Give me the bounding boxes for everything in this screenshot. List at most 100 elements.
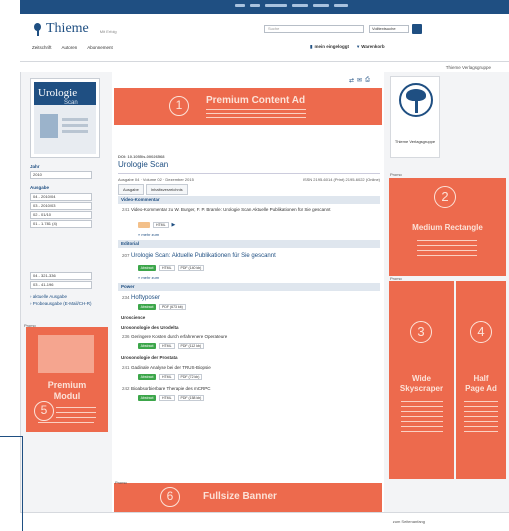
article-item[interactable]: 234Hoftyposer xyxy=(122,295,377,301)
placeholder-line xyxy=(38,422,94,423)
abstract-button[interactable]: Abstract xyxy=(138,304,156,310)
nav-item-autoren[interactable]: Autoren xyxy=(62,45,78,50)
journal-cover[interactable]: Urologie Scan xyxy=(30,78,100,158)
abstract-button[interactable]: Abstract xyxy=(138,395,156,401)
article-page: 242 xyxy=(122,386,130,391)
wide-skyscraper-title: Wide Skyscraper xyxy=(389,374,454,394)
article-page: 241 xyxy=(122,365,130,370)
pdf-button[interactable]: PDF (158 kb) xyxy=(177,395,205,401)
article-page: 236 xyxy=(122,334,130,339)
content-tools: ⇄ ✉ ⎙ xyxy=(349,77,370,84)
publisher-logo[interactable]: Thieme Verlagsgruppe xyxy=(390,76,440,158)
section-header: Urosonologie des Urodelta xyxy=(121,325,179,330)
current-issue-link[interactable]: › aktuelle Ausgabe xyxy=(30,293,102,300)
utility-link[interactable] xyxy=(334,4,348,7)
search-button[interactable] xyxy=(412,24,422,34)
fullsize-banner-ad[interactable]: 6 Fullsize Banner xyxy=(114,483,382,512)
article-item[interactable]: 236Geringere Kosten durch erfahrenere Op… xyxy=(122,334,377,339)
issue-item[interactable]: 03 - 41-196 xyxy=(30,281,92,289)
sample-issue-link[interactable]: › Probeausgabe (E-Mail/CH-R) xyxy=(30,300,102,307)
tab-inhaltsverzeichnis[interactable]: Inhaltsverzeichnis xyxy=(145,184,188,195)
pdf-button[interactable]: PDF (112 kb) xyxy=(177,343,205,349)
issue-item[interactable]: 04 - 321-336 xyxy=(30,272,92,280)
account-link-label: mein eingeloggt xyxy=(314,44,349,49)
wide-skyscraper-number: 3 xyxy=(410,321,432,343)
back-to-top-link[interactable]: zum Seitenanfang xyxy=(393,519,425,524)
content-tabs: Ausgabe Inhaltsverzeichnis xyxy=(118,184,188,195)
more-link[interactable]: » mehr zum xyxy=(138,275,159,280)
premium-modul-image xyxy=(38,335,94,373)
article-item[interactable]: 242Bioabsorbierbare Therapie des mCRPC xyxy=(122,386,377,391)
tab-ausgabe[interactable]: Ausgabe xyxy=(118,184,144,195)
issue-item[interactable]: 02 - 01/10 xyxy=(30,211,92,219)
premium-modul-title: Premium Modul xyxy=(26,380,108,402)
placeholder-line xyxy=(417,245,477,246)
nav-item-abonnement[interactable]: Abonnement xyxy=(87,45,113,50)
section-header: Editorial xyxy=(118,240,380,248)
placeholder-line xyxy=(206,117,306,118)
subheader: Thieme Verlagsgruppe xyxy=(20,62,509,72)
placeholder-line xyxy=(401,431,443,432)
video-play-icon[interactable] xyxy=(138,222,150,228)
pdf-button[interactable]: PDF (140 kb) xyxy=(177,265,205,271)
html-button[interactable]: HTML xyxy=(159,374,175,380)
mail-icon[interactable]: ✉ xyxy=(357,77,362,84)
publisher-link[interactable]: Thieme Verlagsgruppe xyxy=(446,65,491,70)
search-scope-select[interactable]: Volltextsuche xyxy=(369,25,409,33)
abstract-button[interactable]: Abstract xyxy=(138,343,156,349)
premium-modul-ad[interactable]: Premium Modul 5 xyxy=(26,327,108,432)
article-item[interactable]: 241Gadinale Analyse bei der TRUS-Biopsie xyxy=(122,365,377,370)
publisher-logo-caption: Thieme Verlagsgruppe xyxy=(394,139,436,144)
cart-link[interactable]: ▾ Warenkorb xyxy=(357,44,385,50)
premium-ad-number: 1 xyxy=(169,96,189,116)
half-page-ad[interactable]: 4 Half Page Ad xyxy=(456,281,506,479)
year-select[interactable]: 2010 xyxy=(30,171,92,179)
premium-modul-number: 5 xyxy=(34,401,54,421)
issue-item[interactable]: 01 - 1.781 (4) xyxy=(30,220,92,228)
html-button[interactable]: HTML xyxy=(159,265,175,271)
html-button[interactable]: HTML xyxy=(159,395,175,401)
sidebar-links: › aktuelle Ausgabe › Probeausgabe (E-Mai… xyxy=(30,293,102,307)
callout-line xyxy=(0,436,22,437)
issue-label: Ausgabe xyxy=(30,185,50,190)
top-utility-bar xyxy=(20,0,509,14)
arrow-right-icon[interactable]: ▶ xyxy=(172,222,176,228)
utility-link[interactable] xyxy=(235,4,245,7)
article-item[interactable]: 241Video-Kommentar zu W. Burger, F. P. B… xyxy=(122,207,377,212)
utility-link[interactable] xyxy=(250,4,260,7)
medium-rectangle-ad[interactable]: 2 Medium Rectangle xyxy=(389,178,506,276)
site-logo[interactable]: Thieme Mit Erfolg xyxy=(32,21,117,37)
abstract-button[interactable]: Abstract xyxy=(138,374,156,380)
more-link[interactable]: » mehr zum xyxy=(138,232,159,237)
pdf-button[interactable]: PDF (673 kb) xyxy=(159,304,186,310)
print-icon[interactable]: ⎙ xyxy=(365,77,370,84)
utility-link[interactable] xyxy=(265,4,287,7)
premium-ad-title: Premium Content Ad xyxy=(206,95,306,106)
wide-skyscraper-ad[interactable]: 3 Wide Skyscraper xyxy=(389,281,454,479)
share-icon[interactable]: ⇄ xyxy=(349,77,354,84)
placeholder-line xyxy=(464,421,498,422)
placeholder-line xyxy=(56,407,96,408)
issue-doi: DOI: 10.1055/s-00026568 xyxy=(118,154,165,159)
utility-link[interactable] xyxy=(292,4,308,7)
nav-item-zeitschrift[interactable]: Zeitschrift xyxy=(32,45,52,50)
issue-item[interactable]: 04 - 2010/04 xyxy=(30,193,92,201)
issue-meta-right: ISSN 2195-6014 (Print) 2195-6022 (Online… xyxy=(302,177,380,182)
page-footer: zum Seitenanfang xyxy=(20,512,509,531)
issue-meta: Ausgabe 04 · Volume 02 · Dezember 2015 I… xyxy=(118,173,380,182)
search-input[interactable]: Suche xyxy=(264,25,364,33)
article-item[interactable]: 207Urologie Scan: Aktuelle Publikationen… xyxy=(122,253,377,259)
utility-link[interactable] xyxy=(313,4,329,7)
premium-content-ad[interactable]: 1 Premium Content Ad xyxy=(114,88,382,125)
placeholder-line xyxy=(401,411,443,412)
logo-tagline: Mit Erfolg xyxy=(99,28,117,34)
article-title: Geringere Kosten durch erfahrenere Opera… xyxy=(131,334,228,339)
issue-header: DOI: 10.1055/s-00026568 Urologie Scan Au… xyxy=(118,154,380,182)
pdf-button[interactable]: PDF (72 kb) xyxy=(177,374,203,380)
account-link[interactable]: ▮ mein eingeloggt xyxy=(310,44,349,50)
html-button[interactable]: HTML xyxy=(159,343,175,349)
placeholder-line xyxy=(401,416,443,417)
abstract-button[interactable]: Abstract xyxy=(138,265,156,271)
issue-item[interactable]: 03 - 2010/03 xyxy=(30,202,92,210)
html-button[interactable]: HTML xyxy=(153,222,169,228)
